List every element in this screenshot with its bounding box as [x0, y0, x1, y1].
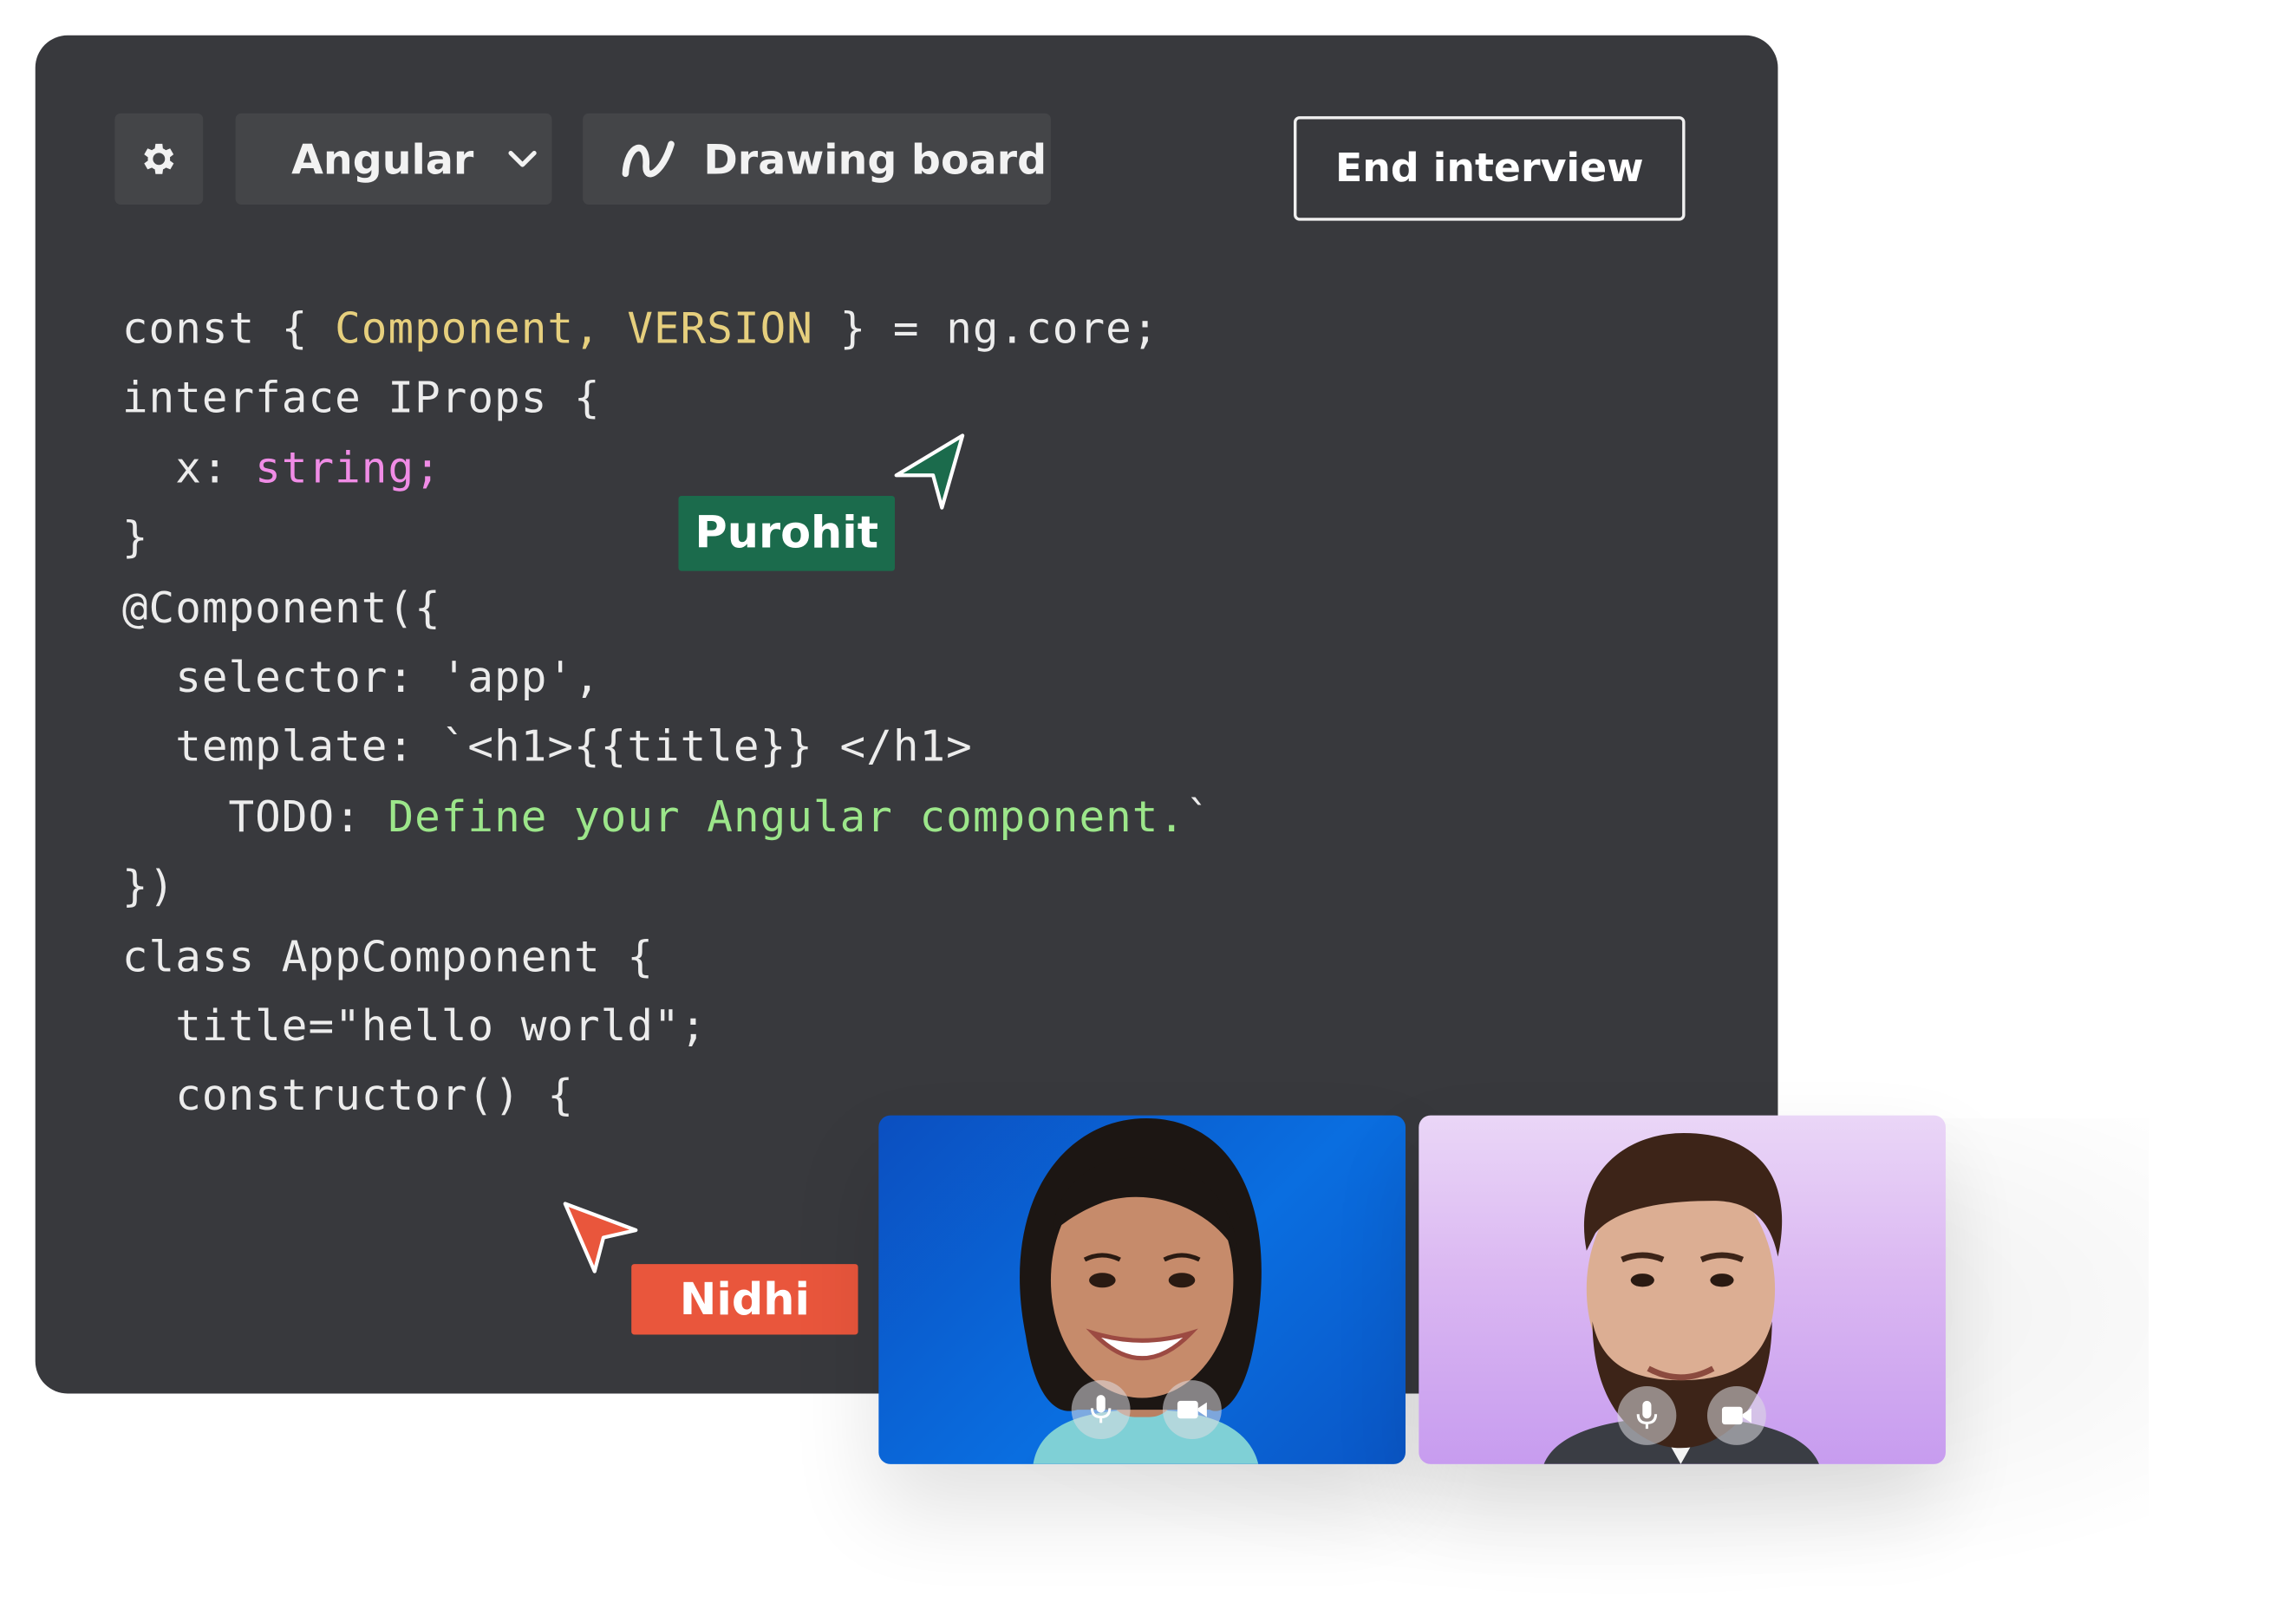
code-token: selector: 'app',: [121, 651, 601, 702]
code-line: }): [122, 852, 1212, 922]
code-token: }: [121, 511, 149, 563]
code-token: } = ng.core;: [812, 303, 1159, 354]
nidhi-name: Nidhi: [679, 1274, 810, 1326]
code-line: x: string;: [122, 433, 1212, 503]
code-token: title="hello world";: [121, 1000, 708, 1051]
code-line: TODO: Define your Angular component.`: [122, 783, 1212, 852]
purohit-cursor-icon: [894, 433, 965, 510]
drawing-board-label: Drawing board: [703, 134, 1047, 184]
code-token: VERSION: [627, 303, 813, 354]
end-interview-label: End interview: [1334, 146, 1644, 192]
code-line: }: [122, 504, 1212, 573]
participant-1-camera-button[interactable]: [1162, 1380, 1222, 1440]
participant-1-mic-button[interactable]: [1071, 1380, 1131, 1440]
code-line: title="hello world";: [122, 992, 1212, 1061]
code-line: interface IProps {: [122, 364, 1212, 433]
code-token: string;: [255, 442, 441, 493]
code-line: selector: 'app',: [122, 643, 1212, 713]
language-label: Angular: [291, 134, 474, 184]
purohit-cursor-label: Purohit: [678, 496, 896, 571]
microphone-icon: [1090, 1395, 1112, 1423]
participant-1-photo: [1020, 1118, 1262, 1464]
code-token: const {: [121, 303, 336, 354]
end-interview-button[interactable]: End interview: [1294, 116, 1686, 221]
code-token: x:: [121, 442, 256, 493]
gear-icon: [144, 143, 174, 174]
drawing-board-button[interactable]: Drawing board: [583, 113, 1051, 205]
code-content[interactable]: const { Component, VERSION } = ng.core; i…: [122, 294, 1212, 1130]
video-tile-participant-2[interactable]: [1419, 1115, 1946, 1464]
code-token: Component,: [335, 303, 628, 354]
code-token: }): [121, 861, 176, 911]
code-token: Define your Angular component.: [388, 791, 1186, 842]
microphone-icon: [1636, 1400, 1658, 1430]
purohit-name: Purohit: [695, 507, 879, 560]
participant-2-camera-button[interactable]: [1706, 1385, 1766, 1445]
chevron-down-icon: [506, 148, 538, 169]
code-token: constructor() {: [121, 1070, 575, 1121]
squiggle-icon: [618, 129, 680, 188]
participant-2-mic-button[interactable]: [1617, 1385, 1677, 1445]
code-line: @Component({: [122, 573, 1212, 642]
code-token: @Component({: [121, 582, 441, 633]
code-line: class AppComponent {: [122, 922, 1212, 991]
language-dropdown[interactable]: Angular: [235, 113, 552, 205]
code-token: interface IProps {: [121, 373, 601, 423]
participant-2-photo: [1543, 1132, 1819, 1464]
code-token: `: [1185, 791, 1212, 842]
video-camera-icon: [1721, 1406, 1751, 1425]
settings-button[interactable]: [114, 113, 204, 205]
code-token: TODO:: [121, 791, 388, 842]
video-tile-participant-1[interactable]: [878, 1115, 1406, 1464]
video-camera-icon: [1177, 1400, 1207, 1419]
code-line: template: `<h1>{{title}} </h1>: [122, 713, 1212, 782]
code-token: class AppComponent {: [121, 930, 654, 981]
code-token: template: `<h1>{{title}} </h1>: [121, 721, 973, 772]
code-line: const { Component, VERSION } = ng.core;: [122, 294, 1212, 363]
nidhi-cursor-label: Nidhi: [631, 1264, 858, 1335]
